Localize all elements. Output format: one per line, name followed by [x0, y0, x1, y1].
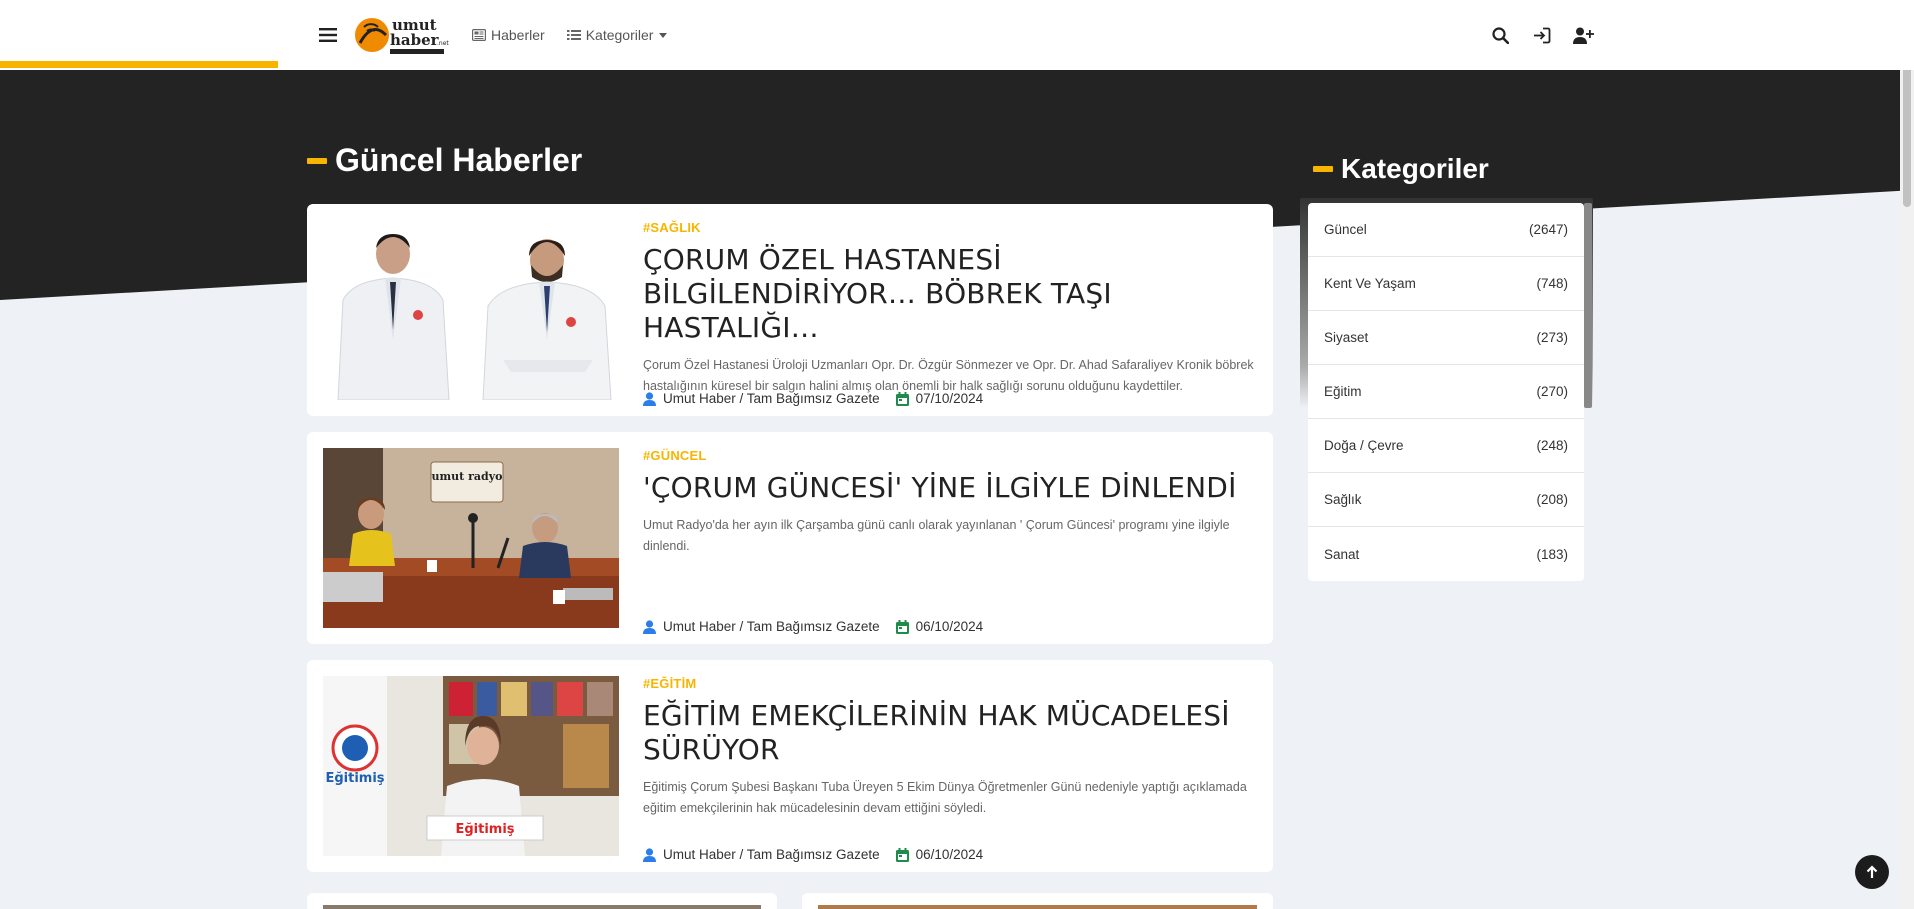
news-description: Eğitimiş Çorum Şubesi Başkanı Tuba Üreye…	[643, 780, 1247, 815]
user-icon	[643, 619, 656, 634]
category-count: (248)	[1536, 438, 1568, 453]
nav-link-haberler[interactable]: Haberler	[472, 27, 545, 43]
list-icon	[566, 30, 581, 40]
news-date: 06/10/2024	[895, 847, 984, 862]
user-icon	[643, 391, 656, 406]
newspaper-icon	[472, 29, 486, 41]
news-category[interactable]: #EĞİTİM	[643, 676, 1261, 691]
category-name: Kent Ve Yaşam	[1324, 276, 1416, 291]
section-title-text: Güncel Haberler	[335, 142, 583, 178]
news-thumbnail[interactable]: Eğitimiş Eğitimiş	[323, 676, 619, 856]
svg-text:haber: haber	[390, 31, 440, 49]
nav-link-label: Haberler	[491, 27, 545, 43]
news-thumbnail[interactable]: umut radyo	[323, 448, 619, 628]
svg-text:.net: .net	[437, 40, 449, 47]
calendar-icon	[895, 619, 909, 634]
category-name: Doğa / Çevre	[1324, 438, 1404, 453]
category-name: Eğitim	[1324, 384, 1362, 399]
news-meta: Umut Haber / Tam Bağımsız Gazete 07/10/2…	[643, 391, 999, 406]
category-count: (2647)	[1528, 222, 1568, 237]
category-item-siyaset[interactable]: Siyaset (273)	[1308, 311, 1584, 365]
news-thumbnail	[818, 905, 1257, 909]
news-author[interactable]: Umut Haber / Tam Bağımsız Gazete	[643, 619, 880, 634]
news-card-partial[interactable]	[802, 893, 1273, 909]
title-accent-bar	[1313, 166, 1333, 172]
news-card[interactable]: umut radyo #GÜNCEL 'ÇORUM GÜNCESİ' YİNE …	[307, 432, 1273, 644]
news-category[interactable]: #SAĞLIK	[643, 220, 1261, 235]
news-title[interactable]: ÇORUM ÖZEL HASTANESİ BİLGİLENDİRİYOR… BÖ…	[643, 243, 1261, 345]
category-count: (748)	[1536, 276, 1568, 291]
user-icon	[643, 847, 656, 862]
banner-text: Eğitimiş	[325, 771, 384, 786]
nav-link-label: Kategoriler	[585, 27, 654, 43]
calendar-icon	[895, 847, 909, 862]
site-logo[interactable]: umut haber .net	[354, 12, 450, 58]
reading-progress-bar	[0, 61, 278, 68]
news-title[interactable]: 'ÇORUM GÜNCESİ' YİNE İLGİYLE DİNLENDİ	[643, 471, 1261, 505]
search-icon[interactable]	[1489, 24, 1511, 46]
news-card[interactable]: #SAĞLIK ÇORUM ÖZEL HASTANESİ BİLGİLENDİR…	[307, 204, 1273, 416]
category-list: Güncel (2647) Kent Ve Yaşam (748) Siyase…	[1308, 203, 1584, 581]
category-name: Sağlık	[1324, 492, 1362, 507]
arrow-up-icon	[1866, 865, 1878, 878]
section-title: Güncel Haberler	[307, 142, 582, 179]
news-author[interactable]: Umut Haber / Tam Bağımsız Gazete	[643, 391, 880, 406]
sidebar-title-text: Kategoriler	[1341, 153, 1489, 184]
category-item-egitim[interactable]: Eğitim (270)	[1308, 365, 1584, 419]
news-thumbnail	[323, 905, 761, 909]
login-icon[interactable]	[1531, 24, 1553, 46]
chevron-down-icon	[659, 32, 668, 38]
category-item-guncel[interactable]: Güncel (2647)	[1308, 203, 1584, 257]
news-author[interactable]: Umut Haber / Tam Bağımsız Gazete	[643, 847, 880, 862]
category-count: (183)	[1536, 546, 1568, 562]
category-item-doga-cevre[interactable]: Doğa / Çevre (248)	[1308, 419, 1584, 473]
news-date: 06/10/2024	[895, 619, 984, 634]
menu-icon[interactable]	[310, 17, 346, 53]
news-date-text: 06/10/2024	[915, 619, 984, 634]
category-item-sanat[interactable]: Sanat (183)	[1308, 527, 1584, 581]
news-author-text: Umut Haber / Tam Bağımsız Gazete	[663, 847, 880, 862]
sidebar-title: Kategoriler	[1313, 153, 1489, 185]
category-item-saglik[interactable]: Sağlık (208)	[1308, 473, 1584, 527]
desk-sign-text: Eğitimiş	[455, 822, 514, 837]
nav-link-kategoriler[interactable]: Kategoriler	[566, 27, 668, 43]
news-date: 07/10/2024	[895, 391, 984, 406]
news-card-partial[interactable]	[307, 893, 777, 909]
news-meta: Umut Haber / Tam Bağımsız Gazete 06/10/2…	[643, 847, 999, 862]
news-category[interactable]: #GÜNCEL	[643, 448, 1261, 463]
calendar-icon	[895, 391, 909, 406]
top-navbar: umut haber .net Haberler Kategoriler	[0, 0, 1914, 70]
news-meta: Umut Haber / Tam Bağımsız Gazete 06/10/2…	[643, 619, 999, 634]
news-title[interactable]: EĞİTİM EMEKÇİLERİNİN HAK MÜCADELESİ SÜRÜ…	[643, 699, 1261, 767]
radio-sign-text: umut radyo	[432, 470, 503, 483]
category-list-scrollbar[interactable]	[1584, 203, 1592, 408]
title-accent-bar	[307, 157, 327, 164]
news-author-text: Umut Haber / Tam Bağımsız Gazete	[663, 391, 880, 406]
back-to-top-button[interactable]	[1855, 855, 1889, 889]
news-date-text: 06/10/2024	[915, 847, 984, 862]
category-item-kent-ve-yasam[interactable]: Kent Ve Yaşam (748)	[1308, 257, 1584, 311]
news-thumbnail[interactable]	[323, 220, 619, 400]
category-name: Siyaset	[1324, 330, 1369, 345]
news-card[interactable]: Eğitimiş Eğitimiş #EĞİTİM EĞİTİM EMEKÇİL…	[307, 660, 1273, 872]
category-count: (273)	[1536, 330, 1568, 345]
user-plus-icon[interactable]	[1573, 24, 1595, 46]
news-description: Umut Radyo'da her ayın ilk Çarşamba günü…	[643, 518, 1230, 553]
category-name: Sanat	[1324, 546, 1360, 562]
category-count: (208)	[1536, 492, 1568, 507]
category-name: Güncel	[1324, 222, 1367, 237]
page-scrollbar[interactable]	[1900, 0, 1914, 909]
news-date-text: 07/10/2024	[915, 391, 984, 406]
news-author-text: Umut Haber / Tam Bağımsız Gazete	[663, 619, 880, 634]
category-count: (270)	[1536, 384, 1568, 399]
